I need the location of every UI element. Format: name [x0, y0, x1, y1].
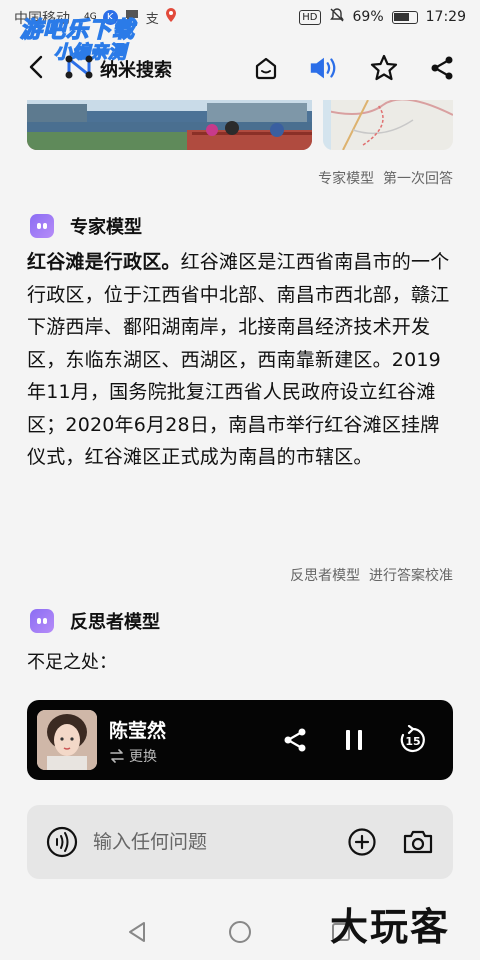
- switch-voice-button[interactable]: 更换: [109, 746, 157, 766]
- answer-body: 红谷滩区是江西省南昌市的一个行政区，位于江西省中北部、南昌市西北部，赣江下游西岸…: [27, 251, 450, 468]
- home-icon: [255, 57, 277, 80]
- answer-lead: 红谷滩是行政区。: [27, 251, 181, 273]
- hd-badge: HD: [299, 9, 321, 25]
- chevron-left-icon: [29, 55, 43, 79]
- question-bar: [27, 805, 453, 879]
- expert-answer: 红谷滩是行政区。红谷滩区是江西省南昌市的一个行政区，位于江西省中北部、南昌市西北…: [27, 246, 457, 474]
- status-right: HD 69% 17:29: [299, 7, 466, 27]
- avatar-image: [37, 710, 97, 770]
- robot-icon: [30, 609, 54, 633]
- circle-home-icon: [229, 921, 251, 943]
- reflector-title: 反思者模型: [70, 612, 160, 633]
- camera-button[interactable]: [401, 825, 435, 859]
- favorite-button[interactable]: [369, 53, 399, 83]
- nav-home-button[interactable]: [225, 917, 255, 947]
- mute-icon: [329, 7, 345, 27]
- replay-seconds: 15: [405, 735, 420, 748]
- expert-title: 专家模型: [70, 217, 142, 238]
- share-icon: [431, 56, 453, 80]
- share-button[interactable]: [427, 53, 457, 83]
- add-button[interactable]: [345, 825, 379, 859]
- battery-icon: [391, 10, 418, 24]
- map-image: [323, 100, 453, 150]
- reflector-section-header: 反思者模型: [30, 608, 160, 634]
- question-input[interactable]: [93, 829, 333, 855]
- triangle-back-icon: [129, 922, 145, 942]
- expert-meta-round: 第一次回答: [383, 171, 453, 187]
- pause-button[interactable]: [338, 724, 370, 756]
- map-thumbnail[interactable]: [323, 100, 453, 150]
- city-photo[interactable]: [27, 100, 312, 150]
- audio-player: 陈莹然 更换 15: [27, 700, 453, 780]
- shortfall-heading: 不足之处：: [27, 652, 117, 673]
- swap-icon: [110, 749, 124, 763]
- clock: 17:29: [425, 9, 466, 25]
- voice-avatar[interactable]: [37, 710, 97, 770]
- app-title: 纳米搜索: [100, 60, 172, 81]
- voice-name: 陈莹然: [109, 720, 167, 742]
- speaker-button[interactable]: [308, 53, 338, 83]
- robot-icon: [30, 214, 54, 238]
- city-skyline-image: [27, 100, 312, 150]
- back-button[interactable]: [22, 53, 50, 81]
- camera-icon: [403, 830, 433, 854]
- pause-icon: [346, 730, 362, 750]
- reflector-meta-action: 进行答案校准: [369, 568, 453, 584]
- replay-button[interactable]: 15: [397, 724, 429, 756]
- star-icon: [370, 54, 398, 81]
- share-icon: [284, 728, 306, 752]
- nav-back-button[interactable]: [122, 917, 152, 947]
- expert-meta-model: 专家模型: [318, 171, 375, 187]
- status-bar: 中国移动 4G K 支 HD 69% 17:29 游吧乐下载 小编亲测: [0, 0, 480, 64]
- voice-wave-icon: [46, 826, 78, 858]
- speaker-icon: [310, 57, 336, 79]
- result-images: [27, 100, 453, 150]
- nano-logo-icon: [65, 55, 93, 79]
- battery-percent: 69%: [352, 9, 384, 25]
- top-app-bar: 纳米搜索: [0, 44, 480, 90]
- player-share-button[interactable]: [279, 724, 311, 756]
- expert-meta: 专家模型 第一次回答: [318, 168, 453, 188]
- plus-circle-icon: [348, 828, 376, 856]
- switch-voice-label: 更换: [129, 749, 157, 765]
- voice-input-button[interactable]: [45, 825, 79, 859]
- expert-section-header: 专家模型: [30, 213, 142, 239]
- corner-watermark-logo: 大玩客: [330, 904, 451, 949]
- replay-15-icon: 15: [400, 725, 425, 753]
- reflector-meta: 反思者模型 进行答案校准: [290, 565, 453, 585]
- home-button[interactable]: [251, 53, 281, 83]
- reflector-meta-model: 反思者模型: [290, 568, 361, 584]
